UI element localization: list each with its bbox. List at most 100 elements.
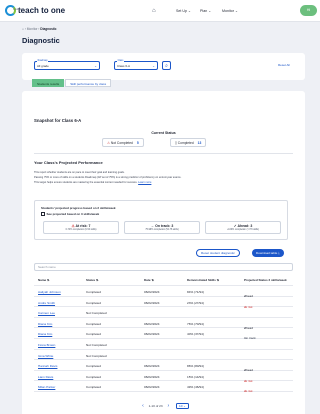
completed-label: Completed <box>177 141 194 145</box>
table-row: Carmen Lee Not Completed <box>34 307 293 318</box>
student-name-link[interactable]: Hannah Davis <box>38 364 57 368</box>
skills-cell: 84% (71/94) <box>187 290 204 294</box>
at-risk-pill: ⚠ At risk: 7 0-74% completion (0-54 skil… <box>43 221 119 234</box>
snapshot-title: Snapshot for Class 6-A <box>34 118 82 123</box>
learn-more-link[interactable]: Learn more <box>138 181 151 184</box>
student-name-link[interactable]: Liam Davis <box>38 375 53 379</box>
skills-cell: 49% (46/94) <box>187 385 204 390</box>
student-name-link[interactable]: Andre Smith <box>38 301 55 305</box>
roadmap-select-label: Roadmap <box>37 59 49 63</box>
on-track-pill: → On track: 3 75-99% completion (54-78 s… <box>124 221 200 234</box>
nav-set-up[interactable]: Set Up ⌄ <box>176 9 191 13</box>
roadmap-select-value: All grade <box>37 64 49 68</box>
roadmap-select[interactable]: Roadmap All grade ⌄ <box>34 59 100 70</box>
date-cell: 08/22/2024 <box>144 374 160 379</box>
student-name-link[interactable]: Fiona Brown <box>38 343 55 347</box>
search-button[interactable]: ⌕ <box>162 61 171 70</box>
status-cell: Completed <box>86 364 101 369</box>
next-page-icon[interactable]: › <box>167 403 169 409</box>
checkbox-label: See projected based on 3 skills/week <box>46 212 100 216</box>
breadcrumb-home-icon[interactable]: ⌂ <box>22 27 24 31</box>
col-skills-header[interactable]: Demonstrated Skills ⇅ <box>187 278 219 282</box>
filter-bar: Roadmap All grade ⌄ Class Class 6-A ⌄ ⌕ … <box>22 53 305 80</box>
student-name-link[interactable]: Carmen Lee <box>38 311 55 315</box>
at-risk-subtitle: 0-74% completion (0-54 skills) <box>65 229 97 231</box>
status-cell: Not Completed <box>86 311 107 316</box>
breadcrumb-current: Diagnostic <box>40 27 57 31</box>
skills-cell: 15% (14/94) <box>187 374 204 379</box>
checkbox-icon <box>41 212 45 216</box>
student-name-link[interactable]: Milan Parker <box>38 385 55 389</box>
page-range: 1-10 of 23 <box>148 404 163 408</box>
class-select-label: Class <box>117 59 124 63</box>
students-table: Name ⇅ Status ⇅ Date ⇅ Demonstrated Skil… <box>34 275 293 393</box>
projected-para-3: This target helps ensure students are ma… <box>34 181 294 184</box>
nav-plan[interactable]: Plan ⌄ <box>200 9 211 13</box>
projected-progress-heading: Students' projected progress based on 2 … <box>41 206 116 210</box>
skills-cell: 40% (37/94) <box>187 332 204 337</box>
chevron-down-icon: ⌄ <box>94 64 97 68</box>
not-completed-stat[interactable]: ⚠ Not Completed 5 <box>102 138 144 147</box>
date-cell: 08/22/2024 <box>144 332 160 337</box>
projected-3-skills-checkbox[interactable]: See projected based on 3 skills/week <box>41 212 99 216</box>
prev-page-icon[interactable]: ‹ <box>142 403 144 409</box>
class-select[interactable]: Class Class 6-A ⌄ <box>114 59 158 70</box>
table-header-row: Name ⇅ Status ⇅ Date ⇅ Demonstrated Skil… <box>34 275 293 286</box>
top-bar: teach to one roadmaps ⌂ Set Up ⌄ Plan ⌄ … <box>0 0 320 22</box>
pagination: ‹ 1-10 of 23 › 10 ⌄ <box>22 403 305 409</box>
student-name-link[interactable]: Diana Kim <box>38 322 52 326</box>
status-cell: Completed <box>86 290 101 294</box>
status-cell: Completed <box>86 385 101 390</box>
tab-skill-performance[interactable]: Skill performance by class <box>65 79 112 87</box>
breadcrumb-parent[interactable]: Monitor <box>27 27 38 31</box>
at-risk-count: At risk: 7 <box>75 224 91 228</box>
date-cell: 08/22/2024 <box>144 290 160 294</box>
table-row: Liam Davis Completed 08/22/2024 15% (14/94)… <box>34 371 293 383</box>
table-row: Hannah Davis Completed 08/22/2024 86% (80/9… <box>34 360 293 372</box>
tab-students-results[interactable]: Students results <box>32 79 65 87</box>
status-cell: Completed <box>86 321 101 326</box>
skills-cell: 86% (80/94) <box>187 364 204 369</box>
main-card: Snapshot for Class 6-A Current Status ⚠ … <box>22 91 305 414</box>
col-name-header[interactable]: Name ⇅ <box>38 278 50 282</box>
date-cell: 08/22/2024 <box>144 300 160 305</box>
not-completed-label: Not Completed <box>110 141 133 145</box>
date-cell: 08/22/2024 <box>144 321 160 326</box>
completed-count: 13 <box>197 141 202 145</box>
student-name-link[interactable]: Gina White <box>38 354 53 358</box>
class-select-value: Class 6-A <box>117 64 131 68</box>
projected-progress-box: Students' projected progress based on 2 … <box>34 200 288 240</box>
on-track-count: On track: 3 <box>155 224 174 228</box>
download-table-label: Download table <box>256 251 278 255</box>
home-icon[interactable]: ⌂ <box>152 8 156 14</box>
table-row: Aaliyah Johnson Completed 08/22/2024 84% (7… <box>34 286 293 298</box>
status-cell: Completed <box>86 374 101 379</box>
at-risk-title: ⚠ At risk: 7 <box>44 224 118 228</box>
col-projected-header: Projected Status 2 skills/week <box>244 278 287 282</box>
completed-stat[interactable]: ▯ Completed 13 <box>170 138 207 147</box>
col-status-header[interactable]: Status ⇅ <box>86 278 99 282</box>
status-cell: Not Completed <box>86 342 107 347</box>
current-status-heading: Current Status <box>151 131 176 135</box>
student-name-link[interactable]: Diana Kim <box>38 332 52 336</box>
table-row: Andre Smith Completed 08/22/2024 23% (27/94… <box>34 297 293 309</box>
col-date-header[interactable]: Date ⇅ <box>144 278 154 282</box>
check-icon: ✓ <box>233 224 237 228</box>
user-avatar[interactable]: Hi <box>300 5 317 16</box>
logo-subtitle: roadmaps <box>13 9 24 11</box>
reset-diagnostic-button[interactable]: Reset student diagnostic <box>196 249 240 257</box>
student-name-link[interactable]: Aaliyah Johnson <box>38 290 61 294</box>
rows-per-page-select[interactable]: 10 ⌄ <box>176 403 189 409</box>
skills-cell: 23% (27/94) <box>187 300 204 305</box>
table-search-input[interactable]: Search name <box>34 263 293 271</box>
table-row: Diana Kim Completed 08/22/2024 76% (70/94) ✓… <box>34 318 293 330</box>
reset-all-link[interactable]: Reset All <box>278 63 290 67</box>
table-row: Milan Parker Completed 08/22/2024 49% (46/9… <box>34 381 293 393</box>
view-tabs: Students results Skill performance by cl… <box>32 79 112 87</box>
projected-para-1: This report whether students are on pace… <box>34 171 125 174</box>
table-row: Fiona Brown Not Completed <box>34 339 293 350</box>
on-track-title: → On track: 3 <box>125 224 199 228</box>
nav-monitor[interactable]: Monitor ⌄ <box>222 9 238 13</box>
ahead-count: Ahead: 3 <box>237 224 253 228</box>
download-table-button[interactable]: Download table ⤓ <box>252 249 284 257</box>
